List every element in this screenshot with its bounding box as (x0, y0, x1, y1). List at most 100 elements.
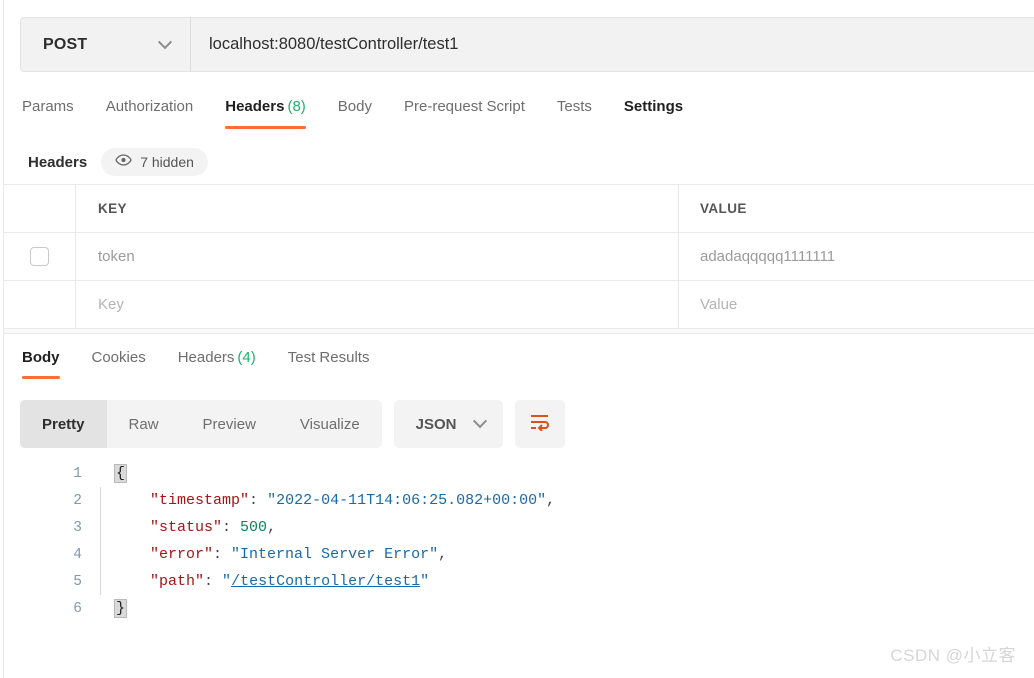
active-tab-underline (225, 126, 306, 129)
column-header-value: VALUE (679, 185, 1034, 232)
indent-guide (100, 460, 101, 487)
header-key-input[interactable]: Key (76, 281, 679, 328)
hidden-headers-label: 7 hidden (140, 154, 194, 170)
column-header-key: KEY (76, 185, 679, 232)
request-tab-label: Pre-request Script (404, 98, 525, 115)
header-row-check-column (4, 185, 76, 232)
request-tab-params[interactable]: Params (22, 90, 74, 129)
response-body-toolbar: Pretty Raw Preview Visualize JSON (20, 400, 565, 448)
request-url-input[interactable]: localhost:8080/testController/test1 (191, 18, 1034, 71)
request-tab-tests[interactable]: Tests (557, 90, 592, 129)
header-key-text: Key (98, 296, 124, 313)
http-method-select[interactable]: POST (21, 18, 191, 71)
header-key-text: token (98, 248, 135, 265)
json-comma: , (267, 519, 277, 536)
headers-table: KEY VALUE token adadaqqqqq1111111 Key Value (4, 184, 1034, 329)
json-open-brace: { (114, 464, 128, 483)
code-line: 2 "timestamp": "2022-04-11T14:06:25.082+… (4, 487, 1034, 514)
json-quote: " (222, 573, 232, 590)
json-value: 500 (240, 519, 268, 536)
row-checkbox-cell (4, 233, 76, 280)
header-value-input[interactable]: Value (679, 281, 1034, 328)
code-line: 6} (4, 595, 1034, 622)
line-number: 2 (73, 492, 82, 509)
headers-table-header-row: KEY VALUE (4, 185, 1034, 233)
indent-guide (100, 541, 101, 568)
request-tab-headers[interactable]: Headers (8) (225, 90, 306, 129)
response-pane-divider[interactable] (4, 329, 1034, 334)
json-comma: , (438, 546, 448, 563)
response-tab-body[interactable]: Body (22, 344, 60, 379)
request-url-bar: POST localhost:8080/testController/test1 (20, 17, 1034, 72)
code-line: 5 "path": "/testController/test1" (4, 568, 1034, 595)
json-colon: : (249, 492, 268, 509)
json-close-brace: } (114, 599, 128, 618)
header-value-text: Value (700, 296, 738, 313)
request-tab-label: Params (22, 98, 74, 115)
json-colon: : (213, 546, 232, 563)
request-tab-label: Headers (225, 98, 285, 115)
code-line-content: "error": "Internal Server Error", (114, 546, 447, 563)
request-tab-settings[interactable]: Settings (624, 90, 683, 129)
request-tab-label: Body (337, 98, 372, 115)
request-tabs: Params Authorization Headers (8) Body Pre-req… (0, 90, 1034, 136)
table-row[interactable]: Key Value (4, 281, 1034, 329)
response-tab-cookies[interactable]: Cookies (92, 344, 146, 379)
line-number: 6 (73, 600, 82, 617)
request-tab-count: (8) (287, 98, 306, 115)
body-view-raw[interactable]: Raw (107, 400, 181, 448)
request-tab-label: Settings (623, 98, 684, 115)
request-tab-pre-request-script[interactable]: Pre-request Script (404, 90, 525, 129)
body-view-visualize[interactable]: Visualize (278, 400, 382, 448)
header-value-text: adadaqqqqq1111111 (700, 248, 836, 265)
json-colon: : (222, 519, 241, 536)
code-line-content: "timestamp": "2022-04-11T14:06:25.082+00… (114, 492, 555, 509)
headers-section-title: Headers (28, 153, 88, 171)
response-tab-label: Body (22, 349, 60, 366)
header-value-input[interactable]: adadaqqqqq1111111 (679, 233, 1034, 280)
response-tab-headers[interactable]: Headers (4) (178, 344, 256, 379)
body-format-select[interactable]: JSON (393, 400, 503, 448)
response-tab-test-results[interactable]: Test Results (288, 344, 370, 379)
body-format-label: JSON (415, 415, 457, 433)
json-value: "Internal Server Error" (231, 546, 439, 563)
wrap-text-button[interactable] (514, 400, 565, 448)
response-body-code-viewer[interactable]: 1{2 "timestamp": "2022-04-11T14:06:25.08… (4, 460, 1034, 622)
chevron-down-icon (157, 34, 173, 49)
table-row[interactable]: token adadaqqqqq1111111 (4, 233, 1034, 281)
header-key-input[interactable]: token (76, 233, 679, 280)
eye-icon (115, 153, 132, 171)
request-url-value: localhost:8080/testController/test1 (209, 35, 459, 53)
code-line: 3 "status": 500, (4, 514, 1034, 541)
response-tab-label: Cookies (91, 349, 146, 366)
active-tab-underline (22, 376, 60, 379)
request-tab-label: Authorization (105, 98, 194, 115)
code-line-content: } (114, 599, 128, 618)
json-colon: : (204, 573, 223, 590)
json-quote: " (420, 573, 430, 590)
code-line-content: "path": "/testController/test1" (114, 573, 429, 590)
response-tabs: Body Cookies Headers (4) Test Results (0, 344, 1034, 388)
body-view-preview[interactable]: Preview (181, 400, 278, 448)
request-tab-body[interactable]: Body (338, 90, 372, 129)
row-checkbox[interactable] (30, 247, 49, 266)
hidden-headers-toggle[interactable]: 7 hidden (101, 148, 208, 176)
body-view-pretty[interactable]: Pretty (20, 400, 107, 448)
body-view-segmented-control: Pretty Raw Preview Visualize (20, 400, 382, 448)
line-number: 3 (73, 519, 82, 536)
code-line: 4 "error": "Internal Server Error", (4, 541, 1034, 568)
indent-guide (100, 595, 101, 622)
headers-subbar: Headers 7 hidden (0, 140, 1034, 184)
json-key: "error" (150, 546, 214, 563)
request-tab-authorization[interactable]: Authorization (106, 90, 194, 129)
http-method-label: POST (43, 35, 88, 53)
json-key: "path" (150, 573, 205, 590)
code-line-content: "status": 500, (114, 519, 276, 536)
json-value-link: /testController/test1 (231, 573, 421, 590)
request-tab-label: Tests (556, 98, 592, 115)
response-tab-count: (4) (237, 349, 256, 366)
